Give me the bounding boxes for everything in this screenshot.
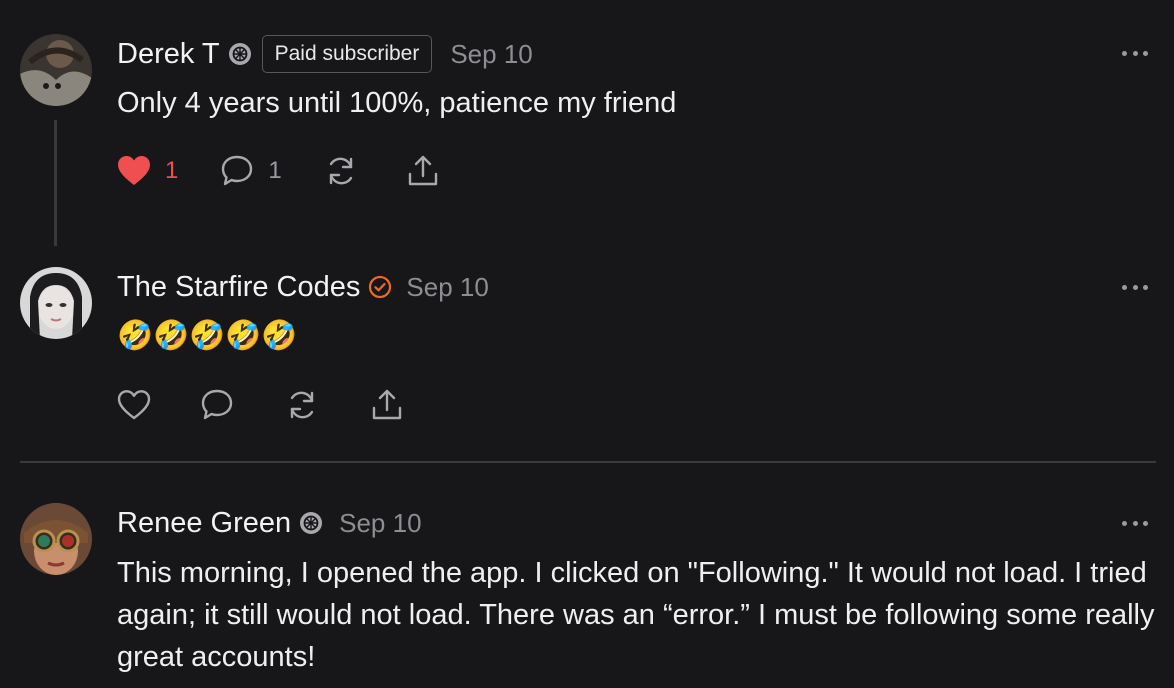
comment-actions: 1 1	[117, 154, 440, 188]
comment-header: Renee Green Sep 10	[117, 503, 422, 543]
reply-button[interactable]: 1	[220, 154, 282, 188]
comment-date[interactable]: Sep 10	[339, 508, 421, 539]
share-icon	[408, 155, 437, 186]
comment-bubble-icon	[222, 155, 253, 186]
subscriber-seal-icon	[299, 511, 323, 535]
restack-button[interactable]	[324, 154, 358, 188]
comment-text: 🤣🤣🤣🤣🤣	[117, 320, 298, 352]
like-button[interactable]: 1	[117, 155, 178, 187]
heart-outline-icon	[117, 390, 151, 420]
restack-button[interactable]	[285, 388, 319, 422]
verified-check-icon	[368, 275, 392, 299]
like-count: 1	[165, 157, 179, 184]
restack-icon	[329, 157, 352, 185]
avatar-image	[20, 267, 92, 339]
more-options-icon[interactable]	[1122, 518, 1148, 528]
reply-count: 1	[268, 157, 282, 184]
author-name[interactable]: Derek T	[117, 38, 220, 71]
subscriber-seal-icon	[228, 42, 252, 66]
share-button[interactable]	[370, 388, 404, 422]
comment-date[interactable]: Sep 10	[450, 39, 532, 70]
avatar-image	[20, 34, 92, 106]
comment-header: The Starfire Codes Sep 10	[117, 267, 489, 307]
share-button[interactable]	[406, 154, 440, 188]
author-name[interactable]: Renee Green	[117, 507, 291, 540]
comment-header: Derek T Paid subscriber Sep 10	[117, 34, 533, 74]
comment-text: Only 4 years until 100%, patience my fri…	[117, 87, 677, 119]
thread-divider	[20, 461, 1156, 463]
avatar-image	[20, 503, 92, 575]
avatar-renee[interactable]	[20, 503, 92, 575]
like-button[interactable]	[117, 389, 151, 421]
author-name[interactable]: The Starfire Codes	[117, 271, 360, 304]
comment-text: This morning, I opened the app. I clicke…	[117, 557, 1155, 673]
restack-icon	[290, 391, 314, 419]
thread-line	[54, 120, 57, 246]
paid-subscriber-badge: Paid subscriber	[261, 35, 433, 73]
avatar-derek[interactable]	[20, 34, 92, 106]
more-options-icon[interactable]	[1122, 48, 1148, 58]
comment-bubble-icon	[201, 389, 233, 420]
heart-filled-icon	[118, 156, 150, 185]
avatar-starfire[interactable]	[20, 267, 92, 339]
comment-date[interactable]: Sep 10	[406, 272, 488, 303]
share-icon	[372, 389, 402, 420]
comment-actions	[117, 388, 404, 422]
reply-button[interactable]	[200, 388, 234, 422]
more-options-icon[interactable]	[1122, 282, 1148, 292]
